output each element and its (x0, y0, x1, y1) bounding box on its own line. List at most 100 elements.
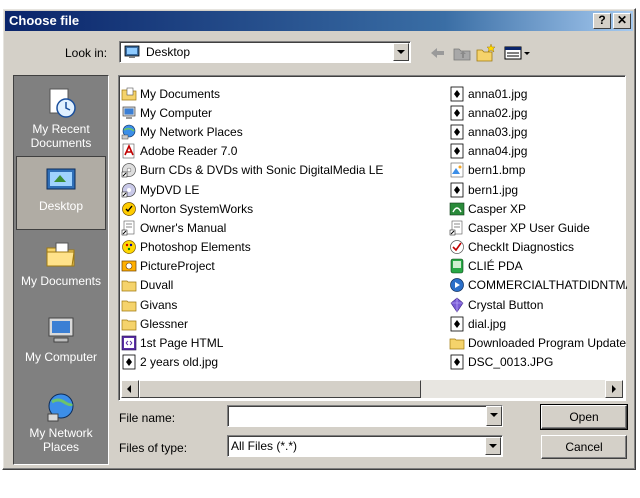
file-item[interactable]: My Computer (121, 103, 441, 122)
look-in-dropdown-button[interactable] (393, 43, 409, 61)
file-item[interactable]: Givans (121, 295, 441, 314)
file-column-2: anna01.jpg anna02.jpg anna03.jpg anna04.jpg… (449, 84, 627, 372)
file-item-label: anna01.jpg (468, 86, 528, 101)
file-item[interactable]: PictureProject (121, 257, 441, 276)
file-item[interactable]: Adobe Reader 7.0 (121, 142, 441, 161)
my-computer-icon (48, 317, 74, 343)
file-list[interactable]: My Documents My Computer My Network Places… (118, 75, 627, 401)
place-my-documents[interactable]: My Documents (16, 232, 106, 306)
file-item-label: CLIÉ PDA (468, 259, 523, 274)
place-label: Desktop (38, 199, 84, 213)
file-item[interactable]: Owner's Manual (121, 218, 441, 237)
file-item-label: dial.jpg (468, 316, 507, 331)
look-in-label: Look in: (65, 46, 108, 60)
horizontal-scrollbar[interactable] (121, 380, 623, 398)
file-item[interactable]: Downloaded Program Update (449, 333, 627, 352)
my-documents-icon (46, 242, 75, 267)
file-item[interactable]: 2 years old.jpg (121, 353, 441, 372)
file-item[interactable]: MyDVD LE (121, 180, 441, 199)
scroll-left-button[interactable] (121, 380, 139, 398)
file-item-label: Casper XP User Guide (468, 220, 590, 235)
file-item-label: bern1.bmp (468, 163, 526, 178)
file-item[interactable]: dial.jpg (449, 314, 627, 333)
file-item[interactable]: Casper XP (449, 199, 627, 218)
file-item-label: anna02.jpg (468, 105, 528, 120)
guide-shortcut-icon (449, 220, 463, 236)
file-item[interactable]: bern1.jpg (449, 180, 627, 199)
jpg-file-icon (450, 316, 464, 332)
file-item-label: My Computer (140, 105, 213, 120)
jpg-file-icon (450, 86, 464, 101)
file-column-1: My Documents My Computer My Network Places… (121, 84, 441, 372)
file-item[interactable]: Duvall (121, 276, 441, 295)
file-item[interactable]: anna01.jpg (449, 84, 627, 103)
dvd-shortcut-icon (121, 182, 136, 197)
file-item[interactable]: Burn CDs & DVDs with Sonic DigitalMedia … (121, 161, 441, 180)
close-button[interactable]: ✕ (613, 13, 631, 29)
title-bar[interactable]: Choose file ? ✕ (5, 11, 633, 31)
file-item-label: Adobe Reader 7.0 (140, 144, 238, 159)
file-item[interactable]: bern1.bmp (449, 161, 627, 180)
file-item[interactable]: 1st Page HTML (121, 333, 441, 352)
file-item[interactable]: CLIÉ PDA (449, 257, 627, 276)
cd-shortcut-icon (121, 163, 136, 178)
norton-icon (122, 201, 136, 216)
clie-icon (450, 258, 464, 274)
folder-icon (121, 300, 137, 312)
file-item-label: Downloaded Program Update (468, 336, 627, 351)
file-name-label: File name: (119, 411, 176, 425)
file-item[interactable]: DSC_0013.JPG (449, 353, 627, 372)
scroll-thumb[interactable] (139, 380, 421, 398)
place-desktop[interactable]: Desktop (16, 156, 106, 230)
checkit-icon (450, 240, 464, 254)
back-icon[interactable] (427, 43, 449, 63)
place-network-places[interactable]: My Network Places (16, 384, 106, 458)
manual-shortcut-icon (121, 220, 135, 236)
file-item[interactable]: My Network Places (121, 122, 441, 141)
file-item[interactable]: Norton SystemWorks (121, 199, 441, 218)
file-item-label: Glessner (140, 316, 189, 331)
computer-icon (122, 106, 136, 119)
file-item-label: Casper XP (468, 201, 527, 216)
view-menu-icon[interactable] (503, 43, 533, 63)
file-item[interactable]: CheckIt Diagnostics (449, 238, 627, 257)
folder-docs-icon (121, 87, 137, 100)
desktop-icon (46, 168, 76, 190)
file-item-label: Norton SystemWorks (140, 201, 254, 216)
file-item[interactable]: anna03.jpg (449, 122, 627, 141)
file-item[interactable]: My Documents (121, 84, 441, 103)
open-button[interactable]: Open (540, 404, 628, 430)
file-item[interactable]: Crystal Button (449, 295, 627, 314)
file-item-label: COMMERCIALTHATDIDNTMA (468, 278, 627, 293)
file-item[interactable]: anna02.jpg (449, 103, 627, 122)
look-in-value: Desktop (146, 45, 191, 59)
scroll-right-button[interactable] (605, 380, 623, 398)
look-in-combo[interactable]: Desktop (119, 41, 411, 63)
file-type-dropdown-button[interactable] (485, 437, 501, 455)
bmp-file-icon (450, 163, 464, 178)
file-item[interactable]: Photoshop Elements (121, 238, 441, 257)
file-name-input[interactable] (227, 405, 503, 427)
place-recent-documents[interactable]: My Recent Documents (16, 80, 106, 154)
file-item-label: 1st Page HTML (140, 336, 224, 351)
new-folder-icon[interactable] (475, 43, 497, 63)
place-label: My Documents (20, 274, 102, 288)
file-item-label: anna03.jpg (468, 124, 528, 139)
jpg-file-icon (450, 182, 464, 197)
file-type-label: Files of type: (119, 441, 188, 455)
file-item[interactable]: Glessner (121, 314, 441, 333)
file-item[interactable]: COMMERCIALTHATDIDNTMA (449, 276, 627, 295)
up-folder-icon[interactable] (451, 43, 473, 63)
file-item[interactable]: anna04.jpg (449, 142, 627, 161)
file-item-label: 2 years old.jpg (140, 355, 219, 370)
place-my-computer[interactable]: My Computer (16, 308, 106, 382)
file-item-label: MyDVD LE (140, 182, 200, 197)
folder-icon (121, 281, 137, 292)
file-type-select[interactable]: All Files (*.*) (227, 435, 503, 457)
cancel-button[interactable]: Cancel (541, 435, 627, 459)
file-item[interactable]: Casper XP User Guide (449, 218, 627, 237)
file-item-label: PictureProject (140, 259, 215, 274)
help-button[interactable]: ? (593, 13, 611, 29)
file-name-dropdown-button[interactable] (486, 406, 502, 426)
folder-icon (121, 319, 137, 331)
